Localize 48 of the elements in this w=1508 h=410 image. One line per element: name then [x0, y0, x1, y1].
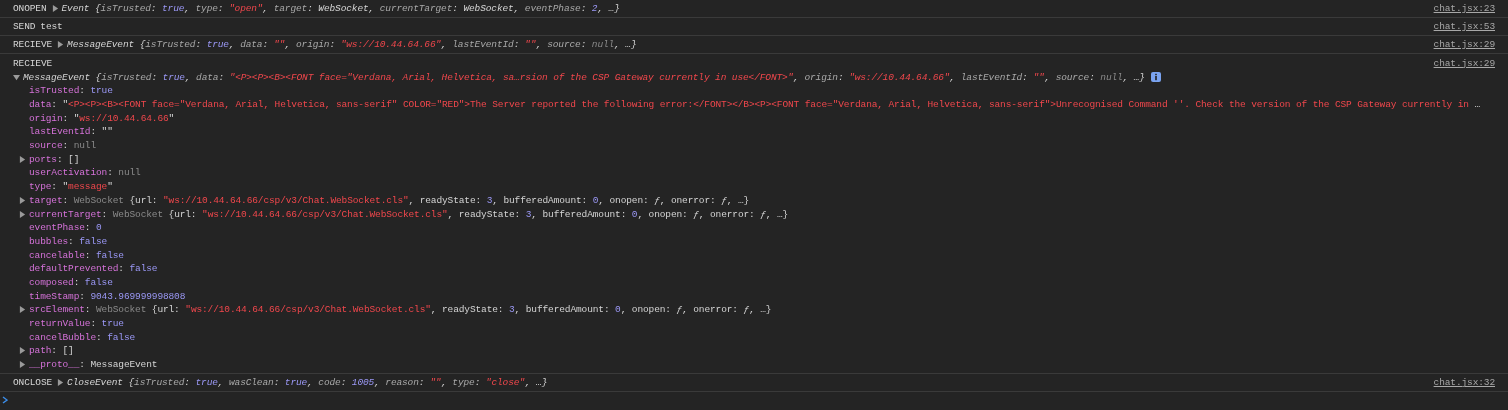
expand-triangle-icon[interactable] — [57, 41, 65, 48]
source-link[interactable]: chat.jsx:53 — [1425, 20, 1495, 33]
property-line: eventPhase: 0 — [29, 221, 102, 235]
expand-triangle-icon[interactable] — [19, 306, 26, 314]
log-label: ONOPEN — [13, 2, 47, 15]
log-label: RECIEVE — [13, 56, 53, 70]
property-line: composed: false — [29, 275, 113, 289]
expand-triangle-icon[interactable] — [51, 5, 59, 12]
expand-triangle-icon[interactable] — [19, 196, 26, 204]
log-label: RECIEVE — [13, 38, 53, 51]
property-line: userActivation: null — [29, 166, 141, 180]
property-line: data: "<P><P><B><FONT face="Verdana, Arial, Helvetica, sans-serif" COLOR="RED">The Server reported the following error:</FONT></B><P><FONT face="Verdana, Arial, Helvetica, sans-serif">Unrecognised Command ''. Check the version of the CSP Gateway currently in … — [29, 98, 1481, 112]
prompt-chevron-icon — [2, 396, 8, 405]
collapse-triangle-icon[interactable] — [13, 73, 20, 81]
expand-triangle-icon[interactable] — [19, 361, 26, 369]
property-line: returnValue: true — [29, 317, 124, 331]
property-line: isTrusted: true — [29, 84, 113, 98]
object-preview: Event {isTrusted: true, type: "open", target: WebSocket, currentTarget: WebSocket, eventPhase: 2, …} — [61, 2, 620, 15]
info-icon — [1150, 72, 1161, 82]
object-preview: CloseEvent {isTrusted: true, wasClean: true, code: 1005, reason: "", type: "close", …} — [67, 376, 548, 390]
property-line: lastEventId: "" — [29, 125, 113, 139]
expand-triangle-icon[interactable] — [19, 155, 26, 163]
log-text: test — [40, 20, 63, 33]
object-preview: MessageEvent {isTrusted: true, data: "<P><P><B><FONT face="Verdana, Arial, Helvetica, sa…rsion of the CSP Gateway currently in use</FONT>", origin: "ws://10.44.64.66", lastEventId: "", source: null, …} — [23, 70, 1145, 84]
property-line: cancelable: false — [29, 248, 124, 262]
property-line: source: null — [29, 139, 96, 153]
property-line: bubbles: false — [29, 234, 108, 248]
property-line: timeStamp: 9043.969999998808 — [29, 289, 186, 303]
source-link[interactable]: chat.jsx:29 — [1425, 38, 1495, 51]
property-line[interactable]: srcElement: WebSocket {url: "ws://10.44.64.66/csp/v3/Chat.WebSocket.cls", readyState: 3, bufferedAmount: 0, onopen: ƒ, onerror: ƒ, …} — [29, 303, 772, 317]
source-link[interactable]: chat.jsx:23 — [1425, 2, 1495, 15]
property-line: defaultPrevented: false — [29, 262, 158, 276]
property-line[interactable]: currentTarget: WebSocket {url: "ws://10.44.64.66/csp/v3/Chat.WebSocket.cls", readyState: 3, bufferedAmount: 0, onopen: ƒ, onerror: ƒ, …} — [29, 207, 789, 221]
source-link[interactable]: chat.jsx:32 — [1425, 376, 1495, 390]
log-label: ONCLOSE — [13, 376, 53, 390]
property-line: origin: "ws://10.44.64.66" — [29, 111, 175, 125]
property-line[interactable]: __proto__: MessageEvent — [29, 358, 158, 372]
object-preview: MessageEvent {isTrusted: true, data: "", origin: "ws://10.44.64.66", lastEventId: "", source: null, …} — [67, 38, 637, 51]
property-line: cancelBubble: false — [29, 330, 136, 344]
property-line[interactable]: ports: [] — [29, 152, 80, 166]
property-line[interactable]: path: [] — [29, 344, 74, 358]
property-line: type: "message" — [29, 180, 113, 194]
log-label: SEND — [13, 20, 36, 33]
expand-triangle-icon[interactable] — [19, 347, 26, 355]
expand-triangle-icon[interactable] — [57, 379, 65, 387]
source-link[interactable]: chat.jsx:29 — [1425, 56, 1495, 70]
property-line[interactable]: target: WebSocket {url: "ws://10.44.64.66/csp/v3/Chat.WebSocket.cls", readyState: 3, bufferedAmount: 0, onopen: ƒ, onerror: ƒ, …} — [29, 193, 750, 207]
expand-triangle-icon[interactable] — [19, 210, 26, 218]
